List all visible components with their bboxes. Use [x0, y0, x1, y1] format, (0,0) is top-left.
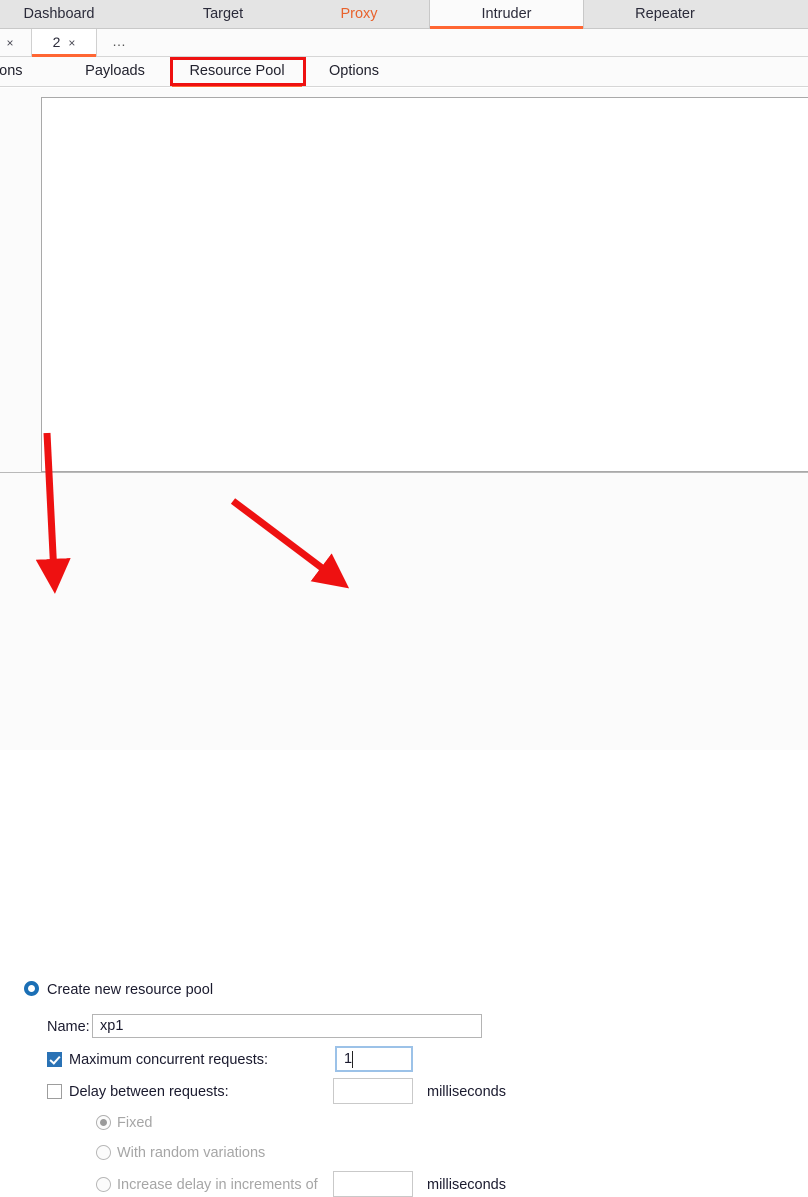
attack-tab-overflow[interactable]: …	[112, 29, 140, 57]
inner-tab-positions-label: sitions	[0, 63, 23, 79]
radio-fixed-delay[interactable]	[96, 1115, 111, 1130]
resource-pool-form: Create new resource pool Name: Maximum c…	[0, 473, 808, 1197]
inner-tab-options-label: Options	[329, 63, 379, 79]
tab-target-label: Target	[202, 6, 244, 22]
label-delay-between-requests: Delay between requests:	[69, 1084, 229, 1100]
attack-tab-2-label: 2	[52, 34, 61, 50]
delay-between-requests-input[interactable]	[333, 1078, 413, 1104]
label-fixed-delay: Fixed	[117, 1115, 153, 1131]
label-maximum-concurrent-requests: Maximum concurrent requests:	[69, 1052, 269, 1068]
tab-target[interactable]: Target	[160, 0, 286, 29]
resource-pool-table[interactable]	[41, 97, 808, 472]
increase-delay-increments-input[interactable]	[333, 1171, 413, 1197]
text-caret	[352, 1051, 353, 1068]
label-create-new-resource-pool: Create new resource pool	[47, 982, 214, 998]
checkbox-maximum-concurrent-requests[interactable]	[47, 1052, 62, 1067]
inner-tab-resource-pool-label: Resource Pool	[189, 63, 285, 79]
main-tab-bar: Dashboard Target Proxy Intruder Repeater	[0, 0, 808, 29]
label-with-random-variations: With random variations	[117, 1145, 266, 1161]
unit-label-increment-milliseconds: milliseconds	[427, 1177, 506, 1193]
inner-tab-payloads[interactable]: Payloads	[66, 57, 164, 87]
attack-tab-2[interactable]: 2 ×	[31, 29, 97, 57]
label-name: Name:	[47, 1019, 90, 1035]
checkbox-delay-between-requests[interactable]	[47, 1084, 62, 1099]
resource-pool-list-area	[0, 88, 808, 473]
inner-tab-bar: sitions Payloads Resource Pool Options	[0, 57, 808, 87]
name-input[interactable]	[92, 1014, 482, 1038]
attack-tab-partial[interactable]: ×	[0, 29, 30, 57]
tab-dashboard[interactable]: Dashboard	[0, 0, 118, 29]
close-icon[interactable]: ×	[68, 36, 75, 50]
tab-repeater-label: Repeater	[635, 6, 695, 22]
tab-intruder[interactable]: Intruder	[429, 0, 584, 29]
tab-proxy[interactable]: Proxy	[308, 0, 410, 29]
label-increase-delay-increments: Increase delay in increments of	[117, 1177, 318, 1193]
close-icon[interactable]: ×	[6, 36, 13, 50]
inner-tab-resource-pool[interactable]: Resource Pool	[172, 57, 302, 87]
radio-create-new-resource-pool[interactable]	[24, 981, 39, 996]
radio-with-random-variations[interactable]	[96, 1145, 111, 1160]
overflow-ellipsis-icon: …	[112, 33, 127, 49]
tab-intruder-label: Intruder	[481, 6, 532, 22]
attack-tab-bar: × 2 × …	[0, 29, 808, 57]
tab-repeater[interactable]: Repeater	[600, 0, 730, 29]
inner-tab-options[interactable]: Options	[312, 57, 396, 87]
maximum-concurrent-requests-input[interactable]	[335, 1046, 413, 1072]
tab-proxy-label: Proxy	[340, 6, 378, 22]
inner-tab-payloads-label: Payloads	[85, 63, 145, 79]
inner-tab-positions[interactable]: sitions	[0, 57, 52, 87]
radio-increase-delay-increments[interactable]	[96, 1177, 111, 1192]
tab-dashboard-label: Dashboard	[23, 6, 95, 22]
unit-label-delay-milliseconds: milliseconds	[427, 1084, 506, 1100]
